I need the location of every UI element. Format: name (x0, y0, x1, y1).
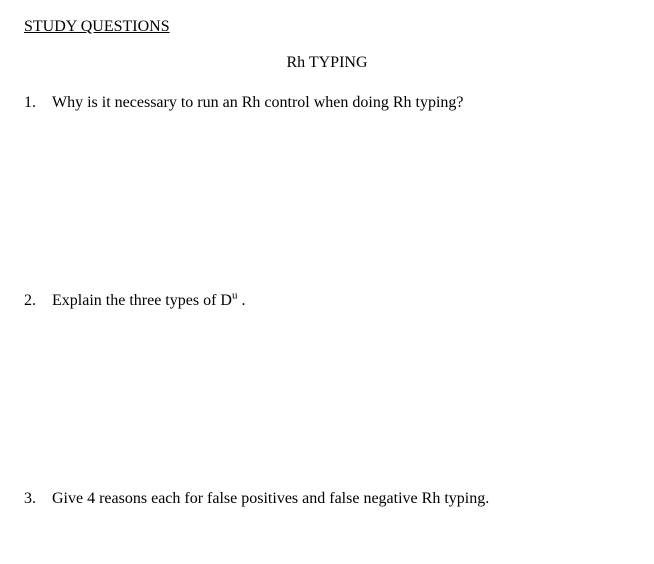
question-item: 2. Explain the three types of Du . (24, 292, 630, 310)
question-number: 1. (24, 94, 52, 112)
question-text: Explain the three types of Du . (52, 292, 630, 310)
question-number: 3. (24, 490, 52, 508)
section-header: STUDY QUESTIONS (24, 18, 630, 36)
question-number: 2. (24, 292, 52, 310)
question-list: 1. Why is it necessary to run an Rh cont… (24, 94, 630, 508)
question-text-suffix: . (237, 292, 245, 309)
page-title: Rh TYPING (24, 54, 630, 72)
question-item: 3. Give 4 reasons each for false positiv… (24, 490, 630, 508)
question-text: Why is it necessary to run an Rh control… (52, 94, 630, 112)
question-text: Give 4 reasons each for false positives … (52, 490, 630, 508)
question-text-prefix: Explain the three types of D (52, 292, 232, 309)
question-item: 1. Why is it necessary to run an Rh cont… (24, 94, 630, 112)
